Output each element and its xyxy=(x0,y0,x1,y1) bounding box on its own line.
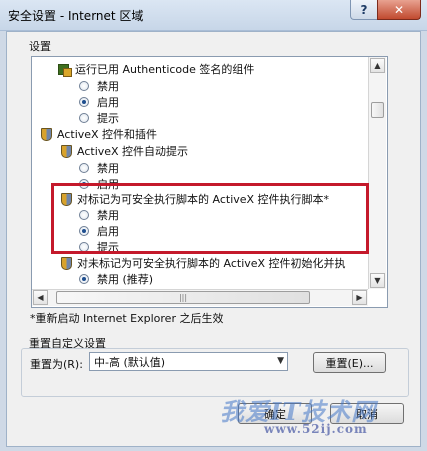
scroll-up-button[interactable]: ▲ xyxy=(370,58,385,73)
radio-option[interactable]: 提示 xyxy=(79,110,119,126)
radio-label: 禁用 xyxy=(97,209,119,222)
shield-icon xyxy=(60,145,72,158)
reset-to-label: 重置为(R): xyxy=(30,358,83,371)
restart-note: *重新启动 Internet Explorer 之后生效 xyxy=(30,312,224,325)
certificate-icon xyxy=(58,63,72,77)
horizontal-scroll-thumb[interactable]: ||| xyxy=(56,291,310,304)
scroll-right-button[interactable]: ▶ xyxy=(352,290,367,305)
radio-option[interactable]: 启用 xyxy=(79,176,119,192)
radio-label: 禁用 xyxy=(97,162,119,175)
close-button[interactable]: ✕ xyxy=(377,0,421,20)
list-item[interactable]: ActiveX 控件自动提示 xyxy=(60,143,188,159)
reset-level-select[interactable]: 中-高 (默认值) ▼ xyxy=(89,352,288,371)
shield-icon xyxy=(60,193,72,206)
radio-option[interactable]: 启用 xyxy=(79,94,119,110)
title-buttons: ? ✕ xyxy=(350,0,421,20)
radio-option[interactable]: 禁用 xyxy=(79,207,119,223)
radio-button-selected[interactable] xyxy=(79,274,89,284)
title-bar: 安全设置 - Internet 区域 ? ✕ xyxy=(0,0,427,31)
radio-label: 禁用 (推荐) xyxy=(97,273,154,286)
list-item-label: ActiveX 控件自动提示 xyxy=(77,145,189,158)
radio-button[interactable] xyxy=(79,81,89,91)
help-button[interactable]: ? xyxy=(350,0,377,20)
radio-label: 启用 xyxy=(97,96,119,109)
radio-label: 启用 xyxy=(97,178,119,191)
horizontal-scrollbar[interactable]: ◀ ||| ▶ xyxy=(32,289,368,306)
radio-option[interactable]: 启用 xyxy=(79,223,119,239)
radio-button[interactable] xyxy=(79,163,89,173)
radio-option[interactable]: 禁用 xyxy=(79,160,119,176)
shield-icon xyxy=(60,257,72,270)
list-category[interactable]: ActiveX 控件和插件 xyxy=(40,126,157,142)
list-item-label: 运行已用 Authenticode 签名的组件 xyxy=(75,63,255,76)
list-item-label: 对未标记为可安全执行脚本的 ActiveX 控件初始化并执 xyxy=(77,257,346,270)
radio-option[interactable]: 禁用 xyxy=(79,78,119,94)
radio-button[interactable] xyxy=(79,113,89,123)
vertical-scroll-thumb[interactable] xyxy=(371,102,384,118)
chevron-down-icon: ▼ xyxy=(277,356,284,366)
radio-option[interactable]: 提示 xyxy=(79,239,119,255)
scroll-down-button[interactable]: ▼ xyxy=(370,273,385,288)
list-item[interactable]: 对标记为可安全执行脚本的 ActiveX 控件执行脚本* xyxy=(60,191,329,207)
radio-button[interactable] xyxy=(79,210,89,220)
vertical-scrollbar[interactable]: ▲ ▼ xyxy=(368,57,386,289)
settings-group-label: 设置 xyxy=(29,40,51,53)
radio-option[interactable]: 禁用 (推荐) xyxy=(79,271,153,287)
radio-button-selected[interactable] xyxy=(79,226,89,236)
scroll-left-button[interactable]: ◀ xyxy=(33,290,48,305)
site-watermark: 我爱IT技术网 www.52ij.com xyxy=(220,392,420,448)
radio-label: 启用 xyxy=(97,225,119,238)
radio-label: 提示 xyxy=(97,241,119,254)
reset-button[interactable]: 重置(E)... xyxy=(313,352,386,373)
list-item-label: ActiveX 控件和插件 xyxy=(57,128,158,141)
reset-level-value: 中-高 (默认值) xyxy=(94,355,166,369)
radio-button-selected[interactable] xyxy=(79,97,89,107)
radio-button[interactable] xyxy=(79,242,89,252)
window-title: 安全设置 - Internet 区域 xyxy=(8,9,144,23)
shield-icon xyxy=(40,128,52,141)
list-item[interactable]: 运行已用 Authenticode 签名的组件 xyxy=(58,61,254,77)
watermark-url: www.52ij.com xyxy=(264,422,368,436)
radio-label: 提示 xyxy=(97,112,119,125)
settings-list[interactable]: 运行已用 Authenticode 签名的组件 禁用 启用 提示 ActiveX… xyxy=(31,56,388,308)
radio-label: 禁用 xyxy=(97,80,119,93)
list-item-label: 对标记为可安全执行脚本的 ActiveX 控件执行脚本* xyxy=(77,193,330,206)
list-item[interactable]: 对未标记为可安全执行脚本的 ActiveX 控件初始化并执 xyxy=(60,255,346,271)
radio-button-selected[interactable] xyxy=(79,179,89,189)
